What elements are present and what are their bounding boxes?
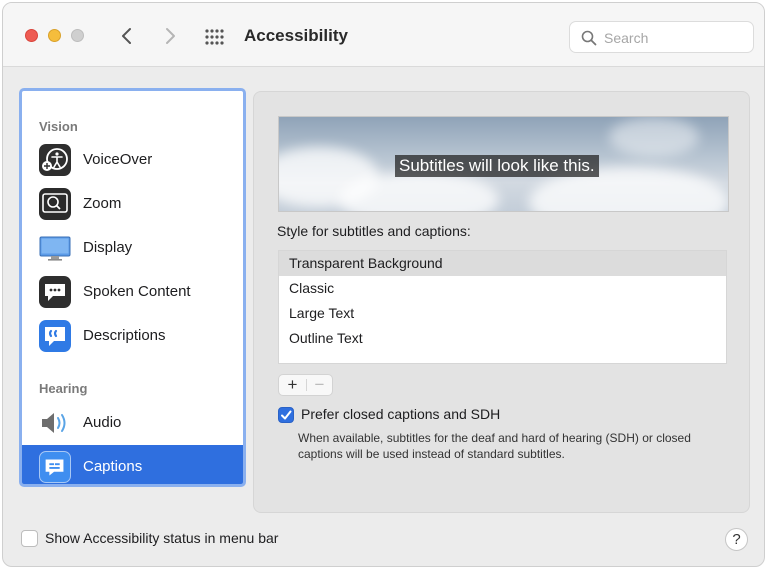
list-item[interactable]: Outline Text bbox=[279, 326, 726, 351]
grid-icon bbox=[205, 29, 224, 45]
subtitle-preview-text: Subtitles will look like this. bbox=[395, 155, 599, 177]
search-icon bbox=[581, 30, 597, 46]
sidebar-item-label: Display bbox=[83, 239, 133, 256]
window-title: Accessibility bbox=[244, 26, 348, 45]
spoken-content-icon bbox=[39, 276, 71, 308]
sidebar-item-label: VoiceOver bbox=[83, 151, 153, 168]
sdh-checkbox-label[interactable]: Prefer closed captions and SDH bbox=[301, 406, 500, 422]
section-label-vision: Vision bbox=[39, 119, 78, 134]
sidebar-item-captions[interactable]: Captions bbox=[22, 445, 243, 484]
zoom-window-button[interactable] bbox=[71, 29, 84, 42]
help-button[interactable]: ? bbox=[725, 528, 748, 551]
checkmark-icon bbox=[281, 410, 292, 420]
chevron-right-icon bbox=[166, 28, 175, 44]
remove-style-button[interactable]: − bbox=[307, 375, 332, 395]
minimize-window-button[interactable] bbox=[48, 29, 61, 42]
show-all-button[interactable] bbox=[204, 28, 226, 46]
section-label-hearing: Hearing bbox=[39, 381, 88, 396]
descriptions-icon bbox=[39, 320, 71, 352]
display-icon bbox=[39, 232, 71, 264]
list-item[interactable]: Transparent Background bbox=[279, 251, 726, 276]
sidebar-item-label: Audio bbox=[83, 414, 122, 431]
sidebar-item-label: Descriptions bbox=[83, 327, 166, 344]
sidebar-item-voiceover[interactable]: VoiceOver bbox=[22, 138, 243, 182]
sidebar-item-audio[interactable]: Audio bbox=[22, 401, 243, 445]
chevron-left-icon bbox=[122, 28, 131, 44]
sidebar-item-descriptions[interactable]: Descriptions bbox=[22, 314, 243, 358]
captions-pane: Subtitles will look like this. Style for… bbox=[253, 91, 750, 513]
menu-bar-status-label[interactable]: Show Accessibility status in menu bar bbox=[45, 530, 278, 546]
menu-bar-status-checkbox[interactable] bbox=[21, 530, 38, 547]
titlebar: Accessibility bbox=[3, 3, 764, 67]
search-field[interactable] bbox=[569, 21, 754, 53]
sdh-description: When available, subtitles for the deaf a… bbox=[298, 431, 691, 461]
sidebar-item-label: Zoom bbox=[83, 195, 122, 212]
forward-button[interactable] bbox=[160, 25, 180, 47]
voiceover-icon bbox=[39, 144, 71, 176]
sidebar-item-spoken-content[interactable]: Spoken Content bbox=[22, 270, 243, 314]
sidebar: Vision VoiceOver Zoom Display Spoken Con… bbox=[19, 88, 246, 487]
close-window-button[interactable] bbox=[25, 29, 38, 42]
caption-style-list: Transparent Background Classic Large Tex… bbox=[278, 250, 727, 364]
sidebar-item-label: Captions bbox=[83, 458, 143, 475]
zoom-icon bbox=[39, 188, 71, 220]
back-button[interactable] bbox=[117, 25, 137, 47]
style-list-label: Style for subtitles and captions: bbox=[277, 223, 471, 239]
captions-icon bbox=[39, 451, 71, 483]
sidebar-item-display[interactable]: Display bbox=[22, 226, 243, 270]
add-remove-control: + − bbox=[278, 374, 333, 396]
sdh-checkbox[interactable] bbox=[278, 407, 294, 423]
sidebar-item-zoom[interactable]: Zoom bbox=[22, 182, 243, 226]
list-item[interactable]: Large Text bbox=[279, 301, 726, 326]
list-item[interactable]: Classic bbox=[279, 276, 726, 301]
sidebar-item-label: Spoken Content bbox=[83, 283, 191, 300]
add-style-button[interactable]: + bbox=[279, 375, 306, 395]
audio-icon bbox=[39, 407, 71, 439]
search-input[interactable] bbox=[604, 28, 744, 48]
preferences-window: Accessibility Vision VoiceOver bbox=[2, 2, 765, 567]
subtitle-preview: Subtitles will look like this. bbox=[278, 116, 729, 212]
